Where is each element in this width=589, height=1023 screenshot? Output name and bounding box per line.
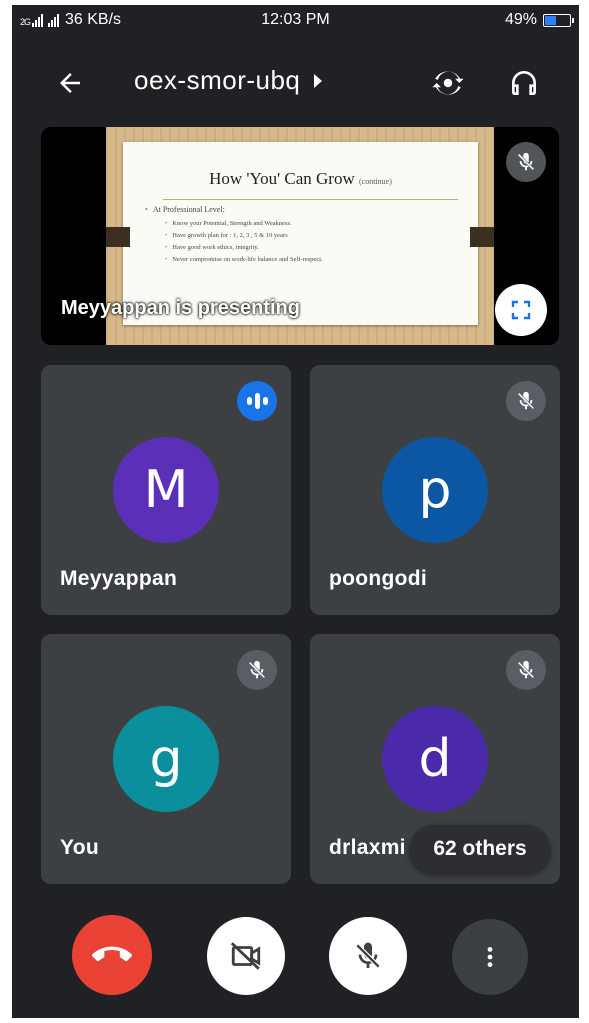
slide-bullets: At Professional Level: Know your Potenti… (145, 205, 323, 268)
mic-off-icon (248, 660, 266, 679)
meet-screen: 2G 36 KB/s 12:03 PM 49% oex-smor-ubq How… (12, 5, 579, 1018)
switch-camera-icon (432, 71, 464, 95)
presentation-tile[interactable]: How 'You' Can Grow (continue) At Profess… (41, 127, 559, 345)
others-button[interactable]: 62 others (410, 825, 550, 873)
mic-off-icon (517, 152, 535, 171)
mute-indicator (506, 381, 546, 421)
slide-bullet: Have good work ethics, integrity. (165, 244, 323, 251)
mic-off-icon (517, 660, 535, 679)
avatar: d (382, 706, 488, 812)
presenter-mute-indicator (506, 142, 546, 182)
slide-bullet: Have growth plan for : 1, 2, 3 , 5 & 10 … (165, 232, 323, 239)
mic-off-icon (355, 942, 381, 969)
participant-name: drlaxmi (329, 836, 406, 859)
participant-tile[interactable]: M Meyyappan (41, 365, 291, 615)
avatar: g (113, 706, 219, 812)
participant-name: poongodi (329, 567, 428, 590)
slide-bullet: Know your Potential, Strength and Weakne… (165, 220, 323, 227)
camera-toggle-button[interactable] (207, 917, 285, 995)
audio-output-button[interactable] (502, 61, 546, 105)
participant-name: Meyyappan (60, 567, 178, 590)
fullscreen-icon (511, 300, 531, 320)
participant-tile[interactable]: p poongodi (310, 365, 560, 615)
slide-bullet: Never compromise on work-life balance an… (165, 256, 322, 263)
speaking-indicator-icon (237, 381, 277, 421)
top-bar: oex-smor-ubq (12, 45, 579, 115)
presenting-label: Meyyappan is presenting (61, 297, 300, 319)
mic-toggle-button[interactable] (329, 917, 407, 995)
clock: 12:03 PM (261, 11, 330, 28)
more-vert-icon (487, 947, 493, 967)
caret-right-icon (314, 73, 323, 88)
back-button[interactable] (50, 63, 90, 103)
end-call-button[interactable] (72, 915, 152, 995)
camera-off-icon (230, 942, 261, 970)
switch-camera-button[interactable] (426, 61, 470, 105)
participant-name: You (60, 836, 100, 859)
status-bar: 2G 36 KB/s 12:03 PM 49% (12, 5, 579, 35)
mic-off-icon (517, 391, 535, 410)
mute-indicator (237, 650, 277, 690)
participant-tile[interactable]: g You (41, 634, 291, 884)
battery-icon (543, 13, 574, 27)
end-call-icon (92, 946, 132, 962)
fullscreen-button[interactable] (495, 284, 547, 336)
more-options-button[interactable] (452, 919, 528, 995)
back-arrow-icon (60, 73, 80, 93)
meeting-code: oex-smor-ubq (134, 65, 301, 95)
avatar: p (382, 437, 488, 543)
mute-indicator (506, 650, 546, 690)
battery-percent: 49% (504, 11, 537, 28)
headphones-icon (512, 71, 536, 95)
avatar: M (113, 437, 219, 543)
slide-title: How 'You' Can Grow (continue) (209, 169, 392, 188)
meeting-title[interactable]: oex-smor-ubq (134, 65, 323, 96)
